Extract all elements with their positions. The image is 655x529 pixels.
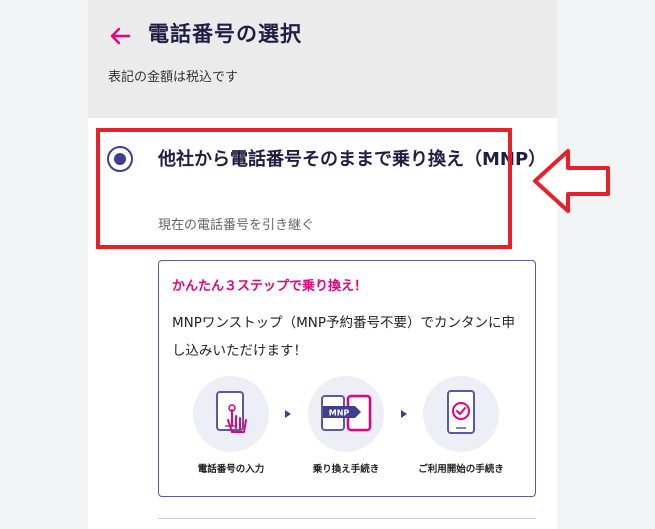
phone-number-selection-panel: 電話番号の選択 表記の金額は税込です 他社から電話番号そのままで乗り換え（MNP… bbox=[88, 0, 557, 529]
back-arrow-icon[interactable] bbox=[108, 24, 132, 48]
left-pointer-arrow-icon bbox=[533, 149, 610, 213]
step-2-label: 乗り換え手続き bbox=[312, 464, 380, 475]
card-body-text: MNPワンストップ（MNP予約番号不要）でカンタンに申し込みいただけます！ bbox=[172, 315, 516, 359]
phone-touch-icon bbox=[216, 391, 247, 433]
page-header: 電話番号の選択 表記の金額は税込です bbox=[88, 0, 557, 118]
page-title: 電話番号の選択 bbox=[148, 22, 302, 46]
step-2-circle: MNP bbox=[308, 376, 384, 452]
phone-check-icon bbox=[447, 390, 475, 434]
step-1: 電話番号の入力 bbox=[176, 376, 286, 475]
step-1-circle bbox=[193, 376, 269, 452]
mnp-badge-text: MNP bbox=[329, 409, 350, 418]
tax-note: 表記の金額は税込です bbox=[108, 70, 239, 85]
mnp-transfer-icon: MNP bbox=[321, 394, 372, 432]
highlight-box-annotation bbox=[96, 128, 512, 249]
step-1-label: 電話番号の入力 bbox=[197, 464, 265, 475]
section-divider bbox=[158, 518, 536, 519]
step-3-label: ご利用開始の手続き bbox=[418, 464, 504, 475]
step-3: ご利用開始の手続き bbox=[406, 376, 516, 475]
step-2: MNP 乗り換え手続き bbox=[291, 376, 401, 475]
mnp-info-card: かんたん３ステップで乗り換え！ MNPワンストップ（MNP予約番号不要）でカンタ… bbox=[158, 260, 536, 497]
card-heading: かんたん３ステップで乗り換え！ bbox=[172, 279, 368, 294]
step-3-circle bbox=[423, 376, 499, 452]
